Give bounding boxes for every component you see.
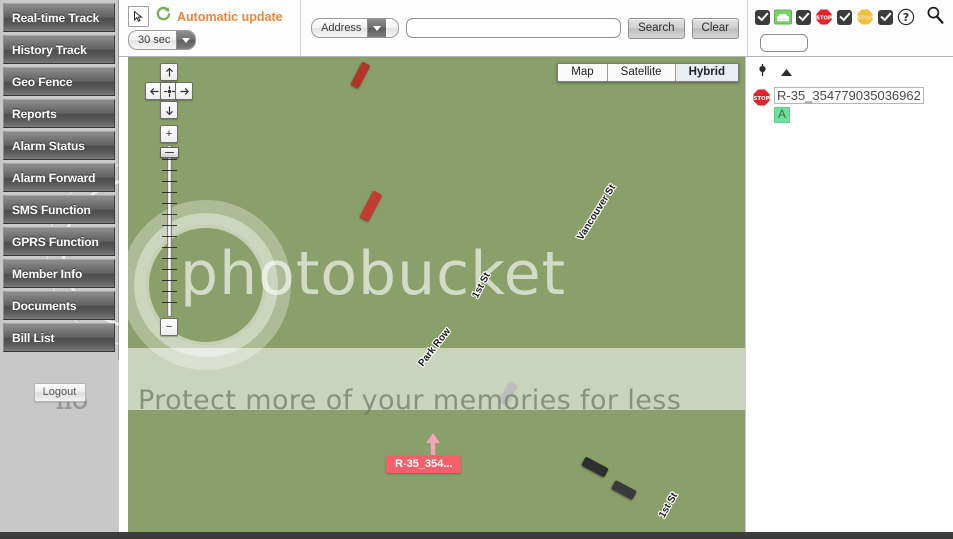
vehicle-marker-label[interactable]: R-35_354... — [386, 456, 462, 473]
update-interval-select[interactable]: 30 sec — [128, 30, 197, 50]
auto-update-group: Automatic update 30 sec — [119, 0, 302, 56]
refresh-icon[interactable] — [155, 6, 171, 27]
green-car-icon[interactable] — [774, 8, 792, 26]
svg-text:STOP: STOP — [753, 96, 769, 102]
zoom-tick — [162, 225, 177, 226]
device-name-label[interactable]: R-35_354779035036962 — [774, 87, 924, 105]
sidebar-item-label: Real-time Track — [12, 10, 100, 25]
map-canvas[interactable]: photobucket Protect more of your memorie… — [128, 57, 745, 536]
svg-text:?: ? — [903, 11, 909, 24]
sidebar-item-label: SMS Function — [12, 202, 91, 217]
sidebar-item-alarm-forward[interactable]: Alarm Forward — [3, 163, 115, 192]
cursor-arrow-icon[interactable] — [128, 6, 149, 27]
question-mark-icon[interactable]: ? — [897, 8, 915, 26]
zoom-tick — [162, 203, 177, 204]
map-type-hybrid[interactable]: Hybrid — [675, 64, 738, 81]
red-stop-icon[interactable]: STOP — [815, 8, 833, 26]
top-toolbar: Automatic update 30 sec Address Search C… — [119, 0, 953, 57]
sidebar: Real-time Track History Track Geo Fence … — [0, 0, 231, 536]
interval-row: 30 sec — [128, 30, 197, 50]
device-tree-panel: STOP R-35_354779035036962 A — [745, 57, 953, 536]
sidebar-item-geo-fence[interactable]: Geo Fence — [3, 67, 115, 96]
zoom-tick — [162, 170, 177, 171]
window-footer — [0, 532, 953, 536]
sort-pin-icon[interactable] — [757, 64, 768, 82]
sidebar-nav: Real-time Track History Track Geo Fence … — [0, 0, 118, 352]
sidebar-item-label: Member Info — [12, 266, 83, 281]
sidebar-item-documents[interactable]: Documents — [3, 291, 115, 320]
magnifier-icon[interactable] — [925, 5, 945, 30]
sidebar-item-bill-list[interactable]: Bill List — [3, 323, 115, 352]
zoom-tick — [162, 181, 177, 182]
logout-area: Logout — [0, 383, 119, 402]
device-tree-toolbar — [752, 63, 947, 87]
sidebar-item-label: GPRS Function — [12, 234, 99, 249]
sidebar-item-label: Documents — [12, 298, 77, 313]
zoom-out-button[interactable]: − — [160, 318, 178, 336]
search-type-value: Address — [321, 22, 362, 34]
triangle-up-icon[interactable] — [780, 64, 793, 82]
update-interval-value: 30 sec — [138, 34, 171, 46]
zoom-tick — [162, 269, 177, 270]
device-status-badge[interactable]: A — [774, 107, 791, 123]
sidebar-item-gprs-function[interactable]: GPRS Function — [3, 227, 115, 256]
zoom-tick — [162, 302, 177, 303]
svg-text:STOP: STOP — [857, 15, 873, 21]
sidebar-item-label: Alarm Status — [12, 138, 85, 153]
status-filter-input[interactable] — [760, 33, 808, 52]
auto-update-row: Automatic update — [128, 6, 283, 27]
search-button[interactable]: Search — [628, 17, 685, 39]
filter-unknown-checkbox[interactable] — [878, 9, 893, 25]
zoom-tick — [162, 258, 177, 259]
zoom-slider-handle[interactable] — [160, 147, 179, 158]
zoom-tick — [162, 192, 177, 193]
sidebar-item-member-info[interactable]: Member Info — [3, 259, 115, 288]
device-tree-node: STOP R-35_354779035036962 A — [752, 87, 947, 123]
tracking-application: Real-time Track History Track Geo Fence … — [0, 0, 953, 539]
map-type-map[interactable]: Map — [558, 64, 608, 81]
device-tree-node-body: R-35_354779035036962 A — [774, 87, 947, 123]
search-type-select[interactable]: Address — [311, 18, 400, 38]
chevron-down-icon — [176, 31, 196, 49]
map-type-satellite[interactable]: Satellite — [607, 64, 676, 81]
zoom-tick — [162, 214, 177, 215]
zoom-tick — [162, 236, 177, 237]
sidebar-item-history-track[interactable]: History Track — [3, 35, 115, 64]
sidebar-item-label: Bill List — [12, 330, 55, 345]
search-input[interactable] — [406, 18, 622, 38]
zoom-tick — [162, 247, 177, 248]
status-filter-group: STOP STOP ? — [748, 0, 953, 56]
pan-right-button[interactable] — [175, 82, 193, 100]
zoom-tick — [162, 159, 177, 160]
filter-idle-checkbox[interactable] — [837, 9, 852, 25]
pan-up-button[interactable] — [160, 63, 178, 81]
sidebar-item-label: Geo Fence — [12, 74, 73, 89]
svg-text:STOP: STOP — [816, 15, 832, 21]
sidebar-item-real-time-track[interactable]: Real-time Track — [3, 3, 115, 32]
sidebar-item-label: History Track — [12, 42, 87, 57]
sidebar-item-label: Reports — [12, 106, 57, 121]
clear-button[interactable]: Clear — [691, 17, 739, 39]
zoom-in-button[interactable]: + — [160, 125, 178, 143]
status-filter-icons: STOP STOP ? — [755, 5, 945, 30]
pan-down-button[interactable] — [160, 101, 178, 119]
auto-update-label: Automatic update — [177, 9, 283, 24]
sidebar-item-sms-function[interactable]: SMS Function — [3, 195, 115, 224]
map-type-switcher: Map Satellite Hybrid — [557, 63, 739, 82]
filter-moving-checkbox[interactable] — [755, 9, 770, 25]
filter-stopped-checkbox[interactable] — [796, 9, 811, 25]
orange-stop-icon[interactable]: STOP — [856, 8, 874, 26]
sidebar-item-alarm-status[interactable]: Alarm Status — [3, 131, 115, 160]
red-stop-icon[interactable]: STOP — [752, 88, 771, 112]
logout-button[interactable]: Logout — [33, 383, 86, 402]
chevron-down-icon — [367, 19, 387, 37]
search-group: Address Search Clear — [301, 0, 748, 56]
zoom-tick — [162, 280, 177, 281]
sidebar-item-reports[interactable]: Reports — [3, 99, 115, 128]
sidebar-item-label: Alarm Forward — [12, 170, 96, 185]
zoom-tick — [162, 291, 177, 292]
